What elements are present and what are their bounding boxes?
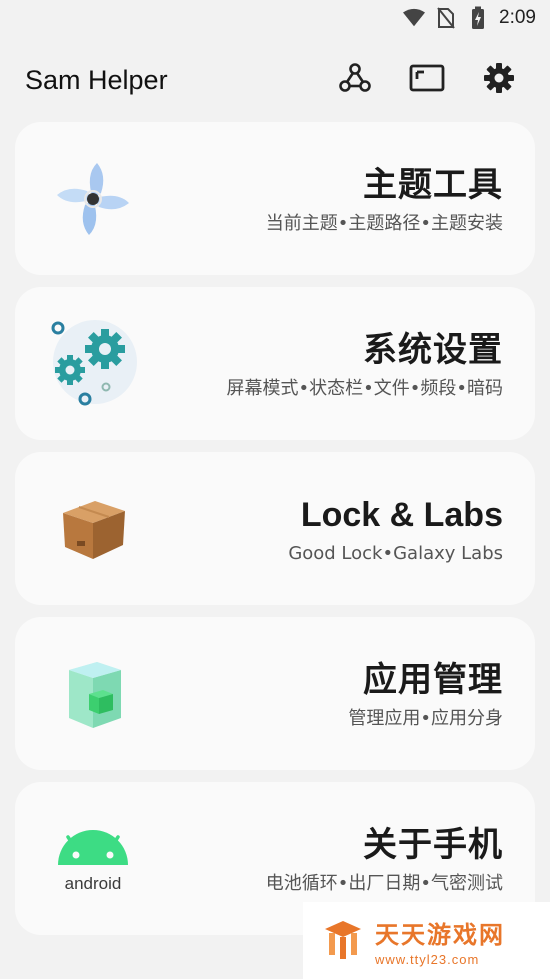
card-subtitle: 当前主题•主题路径•主题安装 — [265, 212, 503, 234]
window-button[interactable] — [391, 52, 463, 108]
card-title: 系统设置 — [363, 329, 503, 370]
android-wordmark: android — [65, 874, 122, 893]
status-bar: 2:09 — [0, 0, 550, 36]
app-bar: Sam Helper — [0, 50, 550, 110]
app-title: Sam Helper — [25, 64, 168, 95]
card-text: 应用管理 管理应用•应用分身 — [348, 658, 503, 730]
settings-button[interactable] — [463, 52, 535, 108]
card-text: 关于手机 电池循环•出厂日期•气密测试 — [266, 823, 503, 895]
card-text: Lock & Labs Good Lock•Galaxy Labs — [288, 493, 503, 565]
card-subtitle: 电池循环•出厂日期•气密测试 — [265, 872, 503, 894]
card-subtitle: 管理应用•应用分身 — [348, 707, 503, 729]
window-icon — [409, 63, 445, 97]
site-watermark: 天天游戏网 www.ttyl23.com — [303, 902, 550, 979]
box-icon — [43, 479, 143, 579]
status-time: 2:09 — [499, 7, 536, 28]
share-nodes-icon — [338, 61, 372, 99]
battery-charging-icon — [467, 6, 489, 29]
card-title: 关于手机 — [363, 824, 503, 865]
gears-icon — [43, 314, 143, 414]
card-subtitle: Good Lock•Galaxy Labs — [288, 542, 503, 564]
cube-icon — [43, 644, 143, 744]
share-nodes-button[interactable] — [319, 52, 391, 108]
card-title: Lock & Labs — [300, 495, 503, 534]
card-title: 应用管理 — [363, 659, 503, 700]
wifi-icon — [403, 7, 426, 29]
watermark-url: www.ttyl23.com — [375, 951, 480, 967]
pinwheel-icon — [43, 149, 143, 249]
card-theme-tools[interactable]: 主题工具 当前主题•主题路径•主题安装 — [15, 122, 535, 275]
watermark-logo-icon — [321, 917, 365, 965]
menu-card-list: 主题工具 当前主题•主题路径•主题安装 系统设置 屏幕模式•状态栏•文件•频段•… — [15, 122, 535, 947]
card-text: 主题工具 当前主题•主题路径•主题安装 — [266, 163, 503, 235]
watermark-text: 天天游戏网 www.ttyl23.com — [375, 915, 505, 967]
gear-icon — [483, 62, 515, 98]
android-icon: android — [43, 809, 143, 909]
card-subtitle: 屏幕模式•状态栏•文件•频段•暗码 — [226, 377, 503, 399]
card-lock-labs[interactable]: Lock & Labs Good Lock•Galaxy Labs — [15, 452, 535, 605]
card-system-settings[interactable]: 系统设置 屏幕模式•状态栏•文件•频段•暗码 — [15, 287, 535, 440]
card-text: 系统设置 屏幕模式•状态栏•文件•频段•暗码 — [227, 328, 503, 400]
card-app-management[interactable]: 应用管理 管理应用•应用分身 — [15, 617, 535, 770]
app-actions — [319, 52, 550, 108]
card-title: 主题工具 — [363, 164, 503, 205]
watermark-title: 天天游戏网 — [375, 920, 505, 949]
no-sim-icon — [435, 7, 457, 29]
